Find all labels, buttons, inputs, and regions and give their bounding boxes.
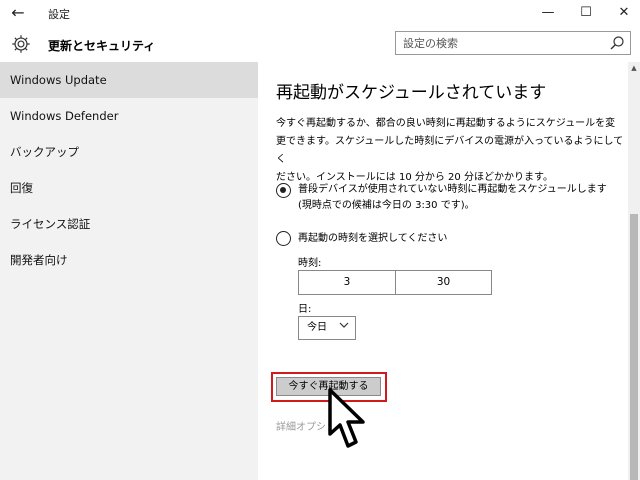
sidebar: Windows Update Windows Defender バックアップ 回… xyxy=(0,62,258,480)
mouse-pointer-icon xyxy=(328,388,365,448)
custom-time-radio[interactable] xyxy=(276,231,291,246)
section-header: 更新とセキュリティ xyxy=(0,26,640,62)
day-dropdown[interactable]: 今日 xyxy=(298,316,356,340)
search-icon[interactable] xyxy=(609,35,625,51)
day-label: 日: xyxy=(298,304,312,315)
section-title: 更新とセキュリティ xyxy=(48,39,156,53)
scroll-up-icon[interactable]: ▲ xyxy=(628,62,640,74)
chevron-down-icon xyxy=(339,322,349,328)
maximize-button[interactable]: ☐ xyxy=(566,0,606,26)
search-box[interactable] xyxy=(395,31,631,55)
search-input[interactable] xyxy=(396,32,596,55)
auto-schedule-radio[interactable] xyxy=(276,183,291,198)
sidebar-item-windows-defender[interactable]: Windows Defender xyxy=(0,98,258,134)
gear-icon xyxy=(12,35,30,53)
main-content: 再起動がスケジュールされています 今すぐ再起動するか、都合の良い時刻に再起動する… xyxy=(258,62,628,480)
minute-field[interactable]: 30 xyxy=(395,271,491,294)
time-picker[interactable]: 3 30 xyxy=(298,270,492,295)
sidebar-item-recovery[interactable]: 回復 xyxy=(0,170,258,206)
auto-schedule-hint: (現時点での候補は今日の 3:30 です)。 xyxy=(298,200,475,211)
sidebar-item-windows-update[interactable]: Windows Update xyxy=(0,62,258,98)
auto-schedule-label[interactable]: 普段デバイスが使用されていない時刻に再起動をスケジュールします xyxy=(298,182,607,198)
hour-field[interactable]: 3 xyxy=(299,271,395,294)
scroll-thumb[interactable] xyxy=(630,214,638,480)
description-line: 今すぐ再起動するか、都合の良い時刻に再起動するようにスケジュールを変 xyxy=(276,118,616,129)
sidebar-item-backup[interactable]: バックアップ xyxy=(0,134,258,170)
description-line: 更できます。スケジュールした時刻にデバイスの電源が入っているようにしてく xyxy=(276,136,624,165)
custom-time-label[interactable]: 再起動の時刻を選択してください xyxy=(298,231,447,247)
scrollbar[interactable]: ▲ xyxy=(628,62,640,480)
title-bar: ← 設定 — ☐ ✕ xyxy=(0,0,640,26)
window-title: 設定 xyxy=(48,8,70,21)
back-arrow-icon[interactable]: ← xyxy=(8,3,28,23)
close-button[interactable]: ✕ xyxy=(604,0,640,26)
page-title: 再起動がスケジュールされています xyxy=(276,83,547,103)
minimize-button[interactable]: — xyxy=(528,0,568,26)
sidebar-item-for-developers[interactable]: 開発者向け xyxy=(0,242,258,278)
time-label: 時刻: xyxy=(298,258,322,269)
sidebar-item-activation[interactable]: ライセンス認証 xyxy=(0,206,258,242)
day-dropdown-value: 今日 xyxy=(307,322,327,333)
restart-description: 今すぐ再起動するか、都合の良い時刻に再起動するようにスケジュールを変 更できます… xyxy=(276,115,624,187)
